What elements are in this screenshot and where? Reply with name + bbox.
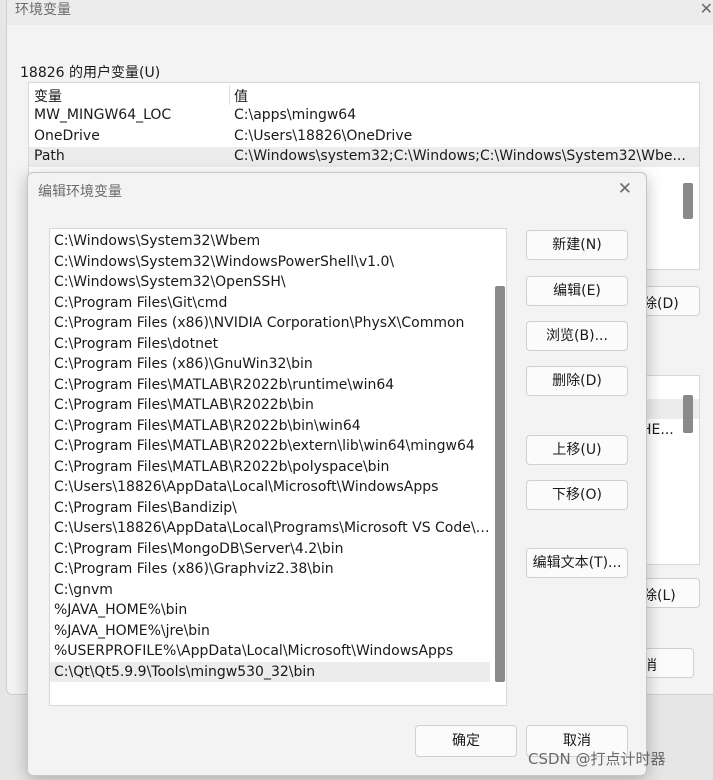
- table-row[interactable]: Path C:\Windows\system32;C:\Windows;C:\W…: [29, 147, 699, 167]
- path-list-scrollbar[interactable]: [495, 286, 505, 682]
- path-item[interactable]: C:\Program Files\MATLAB\R2022b\bin\win64: [50, 416, 490, 437]
- path-item[interactable]: C:\Windows\System32\Wbem: [50, 231, 490, 252]
- move-up-button[interactable]: 上移(U): [526, 435, 628, 465]
- new-button[interactable]: 新建(N): [526, 230, 628, 260]
- watermark: CSDN @打点计时器: [528, 750, 666, 768]
- path-item[interactable]: C:\Program Files (x86)\Graphviz2.38\bin: [50, 559, 490, 580]
- path-item[interactable]: C:\Program Files\Git\cmd: [50, 293, 490, 314]
- variable-name: MW_MINGW64_LOC: [34, 107, 172, 123]
- path-item[interactable]: C:\Users\18826\AppData\Local\Programs\Mi…: [50, 518, 490, 539]
- path-list[interactable]: C:\Windows\System32\Wbem C:\Windows\Syste…: [49, 228, 507, 706]
- path-item[interactable]: %JAVA_HOME%\jre\bin: [50, 621, 490, 642]
- ok-button[interactable]: 确定: [415, 725, 517, 757]
- path-item[interactable]: C:\Program Files\Bandizip\: [50, 498, 490, 519]
- path-item[interactable]: C:\Program Files\MATLAB\R2022b\extern\li…: [50, 436, 490, 457]
- variable-name: OneDrive: [34, 127, 100, 144]
- user-variables-label: 18826 的用户变量(U): [20, 65, 161, 81]
- bg-window-title: 环境变量: [15, 2, 71, 18]
- bg-close-icon[interactable]: ✕: [700, 0, 713, 18]
- system-table-scrollbar[interactable]: [683, 395, 693, 433]
- move-down-button[interactable]: 下移(O): [526, 480, 628, 510]
- variable-value: C:\Windows\system32;C:\Windows;C:\Window…: [234, 148, 686, 164]
- path-item[interactable]: C:\Program Files\MATLAB\R2022b\runtime\w…: [50, 375, 490, 396]
- path-item[interactable]: %USERPROFILE%\AppData\Local\Microsoft\Wi…: [50, 641, 490, 662]
- path-item[interactable]: C:\gnvm: [50, 580, 490, 601]
- edit-text-button[interactable]: 编辑文本(T)...: [526, 548, 628, 578]
- path-item[interactable]: C:\Program Files\MATLAB\R2022b\polyspace…: [50, 457, 490, 478]
- table-header: 变量 值: [29, 85, 699, 105]
- path-item[interactable]: C:\Windows\System32\OpenSSH\: [50, 272, 490, 293]
- delete-button[interactable]: 删除(D): [526, 366, 628, 396]
- browse-button[interactable]: 浏览(B)...: [526, 321, 628, 351]
- user-table-scrollbar[interactable]: [683, 183, 693, 219]
- path-item[interactable]: C:\Qt\Qt5.9.9\Tools\mingw530_32\bin: [50, 661, 490, 682]
- dialog-close-icon[interactable]: ✕: [618, 179, 632, 199]
- header-divider: [229, 85, 230, 105]
- path-item[interactable]: %JAVA_HOME%\bin: [50, 600, 490, 621]
- path-item[interactable]: C:\Program Files (x86)\NVIDIA Corporatio…: [50, 313, 490, 334]
- path-item[interactable]: C:\Program Files\MongoDB\Server\4.2\bin: [50, 539, 490, 560]
- variable-value: C:\apps\mingw64: [234, 107, 357, 123]
- column-header-value[interactable]: 值: [234, 86, 248, 106]
- path-item[interactable]: C:\Program Files\dotnet: [50, 334, 490, 355]
- table-row[interactable]: MW_MINGW64_LOC C:\apps\mingw64: [29, 106, 699, 126]
- bg-title-bar: 环境变量 ✕: [7, 0, 713, 25]
- path-item[interactable]: C:\Program Files\MATLAB\R2022b\bin: [50, 395, 490, 416]
- edit-button[interactable]: 编辑(E): [526, 276, 628, 306]
- table-row[interactable]: OneDrive C:\Users\18826\OneDrive: [29, 127, 699, 147]
- edit-environment-variable-dialog: 编辑环境变量 ✕ C:\Windows\System32\Wbem C:\Wind…: [27, 172, 647, 776]
- path-item[interactable]: C:\Users\18826\AppData\Local\Microsoft\W…: [50, 477, 490, 498]
- variable-name: Path: [34, 148, 65, 164]
- path-item[interactable]: C:\Windows\System32\WindowsPowerShell\v1…: [50, 252, 490, 273]
- path-item[interactable]: C:\Program Files (x86)\GnuWin32\bin: [50, 354, 490, 375]
- dialog-title: 编辑环境变量: [38, 184, 122, 200]
- column-header-variable[interactable]: 变量: [34, 86, 62, 106]
- variable-value: C:\Users\18826\OneDrive: [234, 127, 413, 144]
